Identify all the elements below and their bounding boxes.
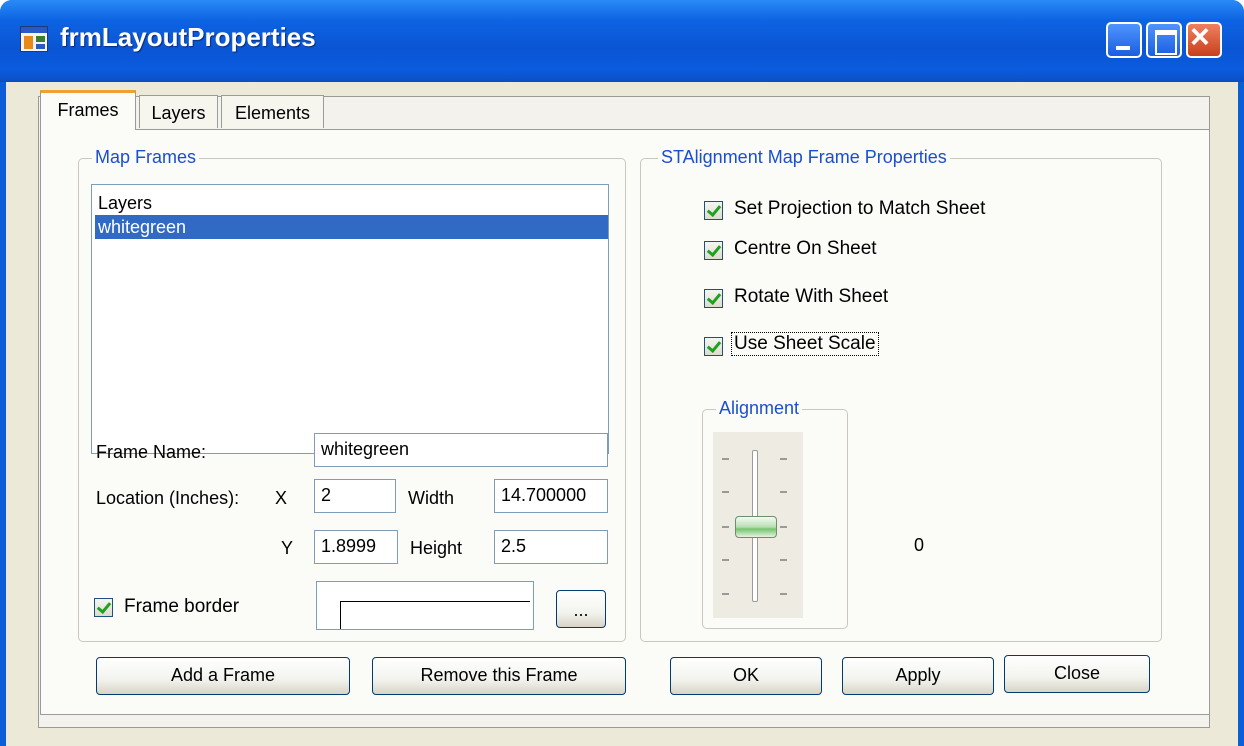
window-title: frmLayoutProperties	[60, 22, 316, 52]
width-label: Width	[408, 488, 455, 508]
properties-title: STAlignment Map Frame Properties	[658, 147, 950, 168]
height-input[interactable]: 2.5	[494, 530, 608, 564]
location-label: Location (Inches):	[96, 488, 240, 508]
rotate-with-sheet-checkbox[interactable]	[704, 289, 723, 308]
frame-border-checkbox[interactable]	[94, 598, 113, 617]
set-projection-checkbox[interactable]	[704, 201, 723, 220]
alignment-title: Alignment	[716, 398, 803, 419]
maximize-button[interactable]	[1146, 22, 1182, 58]
apply-button[interactable]: Apply	[842, 657, 994, 695]
set-projection-label[interactable]: Set Projection to Match Sheet	[734, 198, 985, 220]
close-button[interactable]: Close	[1004, 655, 1150, 693]
frame-name-label: Frame Name:	[96, 442, 207, 462]
slider-tick	[780, 559, 787, 561]
minimize-button[interactable]	[1106, 22, 1142, 58]
tab-layers[interactable]: Layers	[139, 95, 218, 128]
maximize-icon	[1155, 30, 1177, 55]
slider-tick	[722, 559, 729, 561]
close-window-button[interactable]: ×	[1186, 18, 1222, 58]
slider-tick	[780, 526, 787, 528]
remove-frame-button[interactable]: Remove this Frame	[372, 657, 626, 695]
use-sheet-scale-label[interactable]: Use Sheet Scale	[731, 332, 879, 356]
frame-name-input[interactable]: whitegreen	[314, 433, 608, 467]
slider-tick	[780, 458, 787, 460]
list-item-whitegreen[interactable]: whitegreen	[95, 215, 608, 239]
x-label: X	[275, 488, 288, 508]
ok-button[interactable]: OK	[670, 657, 822, 695]
y-input[interactable]: 1.8999	[314, 530, 398, 564]
centre-on-sheet-label[interactable]: Centre On Sheet	[734, 238, 877, 260]
slider-tick	[722, 526, 729, 528]
minimize-icon	[1116, 46, 1130, 50]
map-frames-title: Map Frames	[92, 147, 200, 168]
close-icon: ×	[1190, 18, 1210, 56]
x-input[interactable]: 2	[314, 479, 396, 513]
alignment-value: 0	[914, 535, 925, 555]
height-label: Height	[410, 538, 463, 558]
add-frame-button[interactable]: Add a Frame	[96, 657, 350, 695]
slider-tick	[722, 458, 729, 460]
slider-thumb[interactable]	[735, 516, 777, 538]
map-frames-list[interactable]: Layers whitegreen	[91, 184, 609, 454]
border-browse-button[interactable]: ...	[556, 590, 606, 628]
centre-on-sheet-checkbox[interactable]	[704, 241, 723, 260]
tab-elements[interactable]: Elements	[221, 95, 324, 128]
app-icon[interactable]	[20, 26, 48, 52]
tab-frames[interactable]: Frames	[40, 90, 136, 130]
list-item-layers[interactable]: Layers	[95, 191, 608, 215]
slider-tick	[780, 491, 787, 493]
slider-tick	[722, 593, 729, 595]
slider-tick	[780, 593, 787, 595]
frame-border-label[interactable]: Frame border	[124, 596, 239, 618]
use-sheet-scale-checkbox[interactable]	[704, 337, 723, 356]
width-input[interactable]: 14.700000	[494, 479, 608, 513]
border-style-line	[340, 601, 530, 629]
rotate-with-sheet-label[interactable]: Rotate With Sheet	[734, 286, 888, 308]
y-label: Y	[281, 538, 294, 558]
slider-tick	[722, 491, 729, 493]
